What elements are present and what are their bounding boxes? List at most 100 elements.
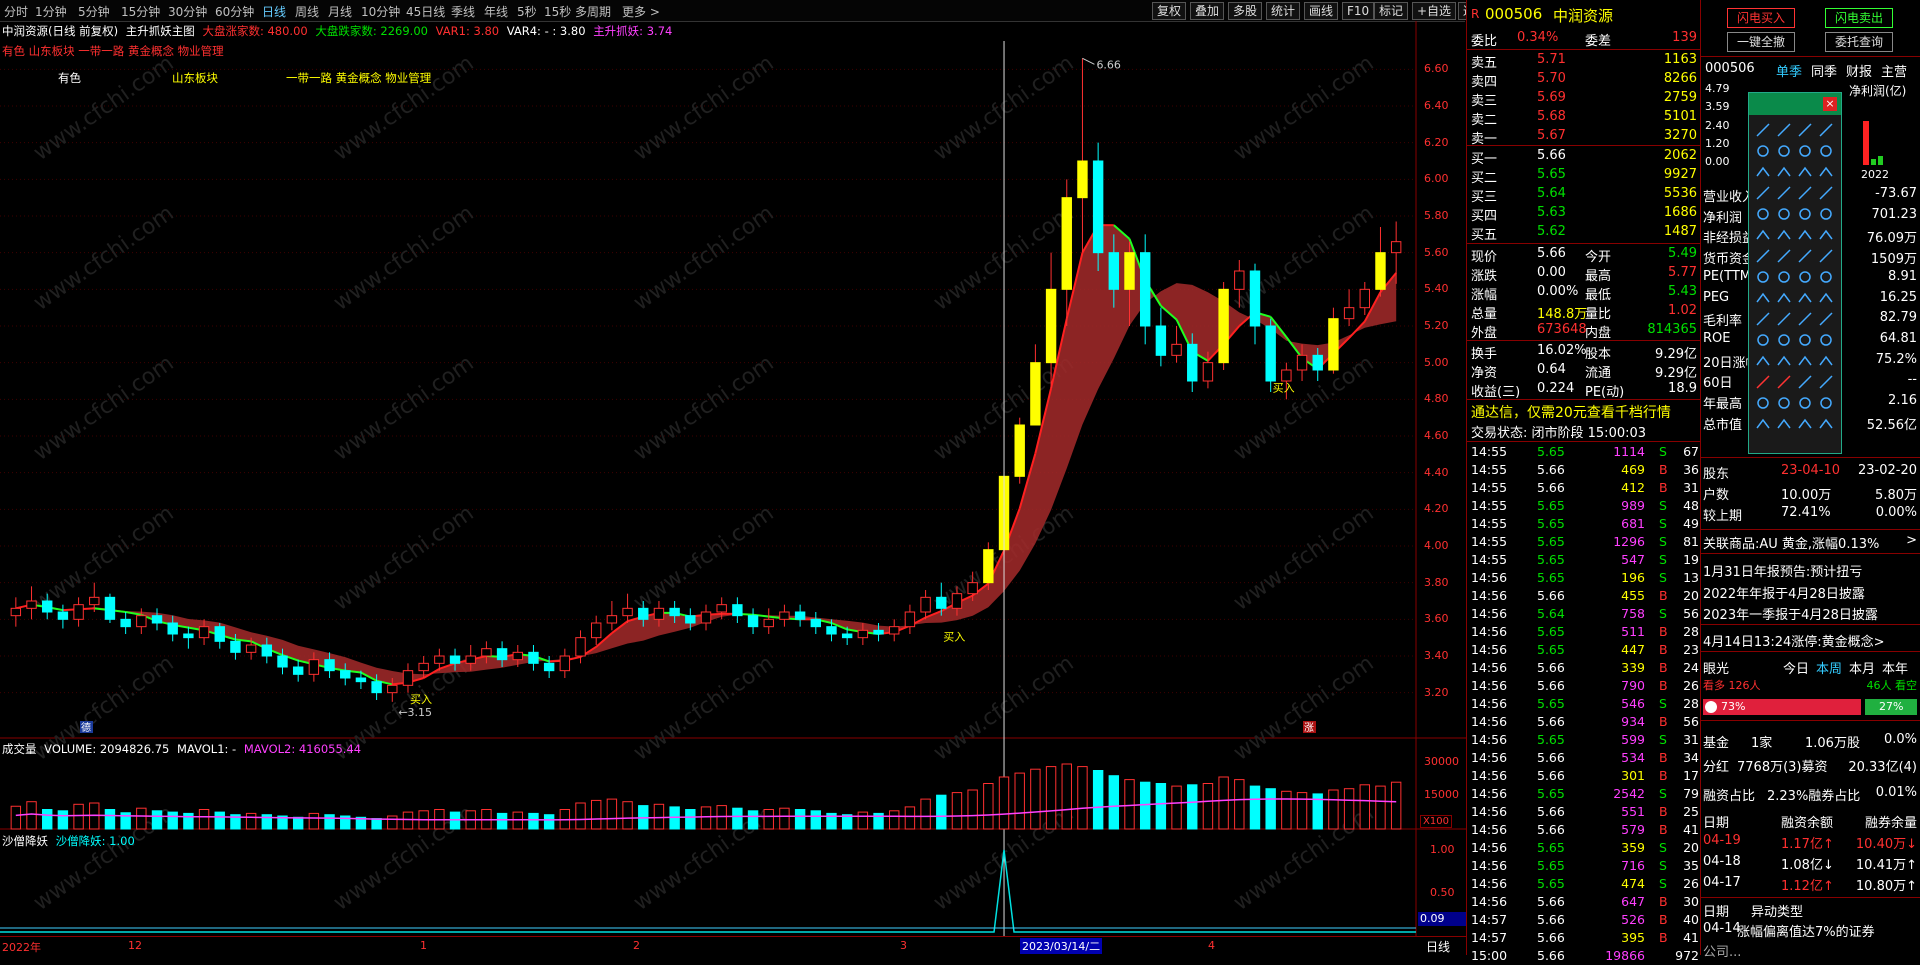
eye-tab-week[interactable]: 本周	[1816, 658, 1842, 677]
promo-text[interactable]: 通达信，仅需20元查看千档行情	[1471, 402, 1671, 422]
drawing-tool-icon[interactable]	[1757, 271, 1769, 283]
tab-main-business[interactable]: 主营	[1881, 61, 1907, 80]
drawing-tool-icon[interactable]	[1819, 355, 1833, 366]
ask-row[interactable]: 卖二 5.68 5101	[1467, 108, 1701, 128]
news-item-1[interactable]: 1月31日年报预告:预计扭亏	[1703, 561, 1862, 580]
period-tab-2[interactable]: 5分钟	[78, 3, 110, 20]
drawing-tool-icon[interactable]	[1819, 249, 1833, 263]
drawing-tool-icon[interactable]	[1819, 186, 1833, 200]
drawing-tool-icon[interactable]	[1756, 292, 1770, 303]
cancel-all-button[interactable]: 一键全撤	[1727, 32, 1795, 52]
drawing-tool-icon[interactable]	[1777, 312, 1791, 326]
drawing-tool-icon[interactable]	[1798, 229, 1812, 240]
bid-row[interactable]: 买五 5.62 1487	[1467, 223, 1701, 243]
toolbar-button-7[interactable]: +自选	[1412, 2, 1457, 20]
news-item-3[interactable]: 2023年一季报于4月28日披露	[1703, 604, 1878, 623]
tab-single-quarter[interactable]: 单季	[1776, 61, 1802, 80]
drawing-tool-icon[interactable]	[1798, 123, 1812, 137]
drawing-tool-icon[interactable]	[1820, 145, 1832, 157]
sub-indicator-name[interactable]: 沙僧降妖	[2, 834, 48, 848]
promo-banner[interactable]: 通达信，仅需20元查看千档行情	[1467, 401, 1701, 422]
drawing-tool-icon[interactable]	[1798, 355, 1812, 366]
drawing-tool-icon[interactable]	[1777, 186, 1791, 200]
news-item-2[interactable]: 2022年年报于4月28日披露	[1703, 583, 1865, 602]
flash-buy-button[interactable]: 闪电买入	[1727, 8, 1795, 28]
drawing-tool-icon[interactable]	[1798, 418, 1812, 429]
period-tab-4[interactable]: 30分钟	[168, 3, 207, 20]
period-indicator[interactable]: 日线	[1426, 938, 1450, 955]
period-tab-0[interactable]: 分时	[4, 3, 28, 20]
drawing-tool-icon[interactable]	[1798, 312, 1812, 326]
drawing-tool-icon[interactable]	[1819, 123, 1833, 137]
toolbar-button-0[interactable]: 复权	[1152, 2, 1187, 20]
period-tab-7[interactable]: 周线	[295, 3, 319, 20]
drawing-tool-icon[interactable]	[1756, 186, 1770, 200]
drawing-tool-icon[interactable]	[1820, 208, 1832, 220]
period-tab-12[interactable]: 年线	[484, 3, 508, 20]
drawing-tool-icon[interactable]	[1798, 375, 1812, 389]
drawing-tool-icon[interactable]	[1757, 208, 1769, 220]
drawing-tool-icon[interactable]	[1756, 355, 1770, 366]
drawing-tool-icon[interactable]	[1777, 249, 1791, 263]
eye-tab-month[interactable]: 本月	[1849, 658, 1875, 677]
drawing-tool-icon[interactable]	[1777, 292, 1791, 303]
drawing-tool-icon[interactable]	[1757, 145, 1769, 157]
drawing-tool-icon[interactable]	[1820, 271, 1832, 283]
period-tab-11[interactable]: 季线	[451, 3, 475, 20]
ask-row[interactable]: 卖三 5.69 2759	[1467, 89, 1701, 109]
related-text[interactable]: 关联商品:AU 黄金,涨幅0.13%	[1703, 533, 1879, 552]
drawing-tool-icon[interactable]	[1777, 418, 1791, 429]
drawing-tool-icon[interactable]	[1798, 249, 1812, 263]
toolbar-button-1[interactable]: 叠加	[1190, 2, 1225, 20]
drawing-tool-icon[interactable]	[1798, 166, 1812, 177]
period-tab-15[interactable]: 多周期	[575, 3, 611, 20]
period-tab-8[interactable]: 月线	[328, 3, 352, 20]
bid-row[interactable]: 买一 5.66 2062	[1467, 147, 1701, 167]
toolbar-button-5[interactable]: F10	[1342, 2, 1375, 20]
drawing-tool-icon[interactable]	[1798, 292, 1812, 303]
thumb-up-icon[interactable]	[1705, 701, 1717, 713]
period-tab-10[interactable]: 45日线	[406, 3, 445, 20]
drawing-tool-icon[interactable]	[1819, 229, 1833, 240]
drawing-tool-palette[interactable]: ×	[1748, 92, 1842, 454]
drawing-tool-icon[interactable]	[1819, 312, 1833, 326]
drawing-tool-icon[interactable]	[1777, 166, 1791, 177]
drawing-tool-icon[interactable]	[1756, 418, 1770, 429]
kline-chart[interactable]: www.cfchi.com www.cfchi.com www.cfchi.com w…	[0, 21, 1466, 955]
drawing-tool-icon[interactable]	[1799, 397, 1811, 409]
anomaly-more[interactable]: 公司...	[1703, 941, 1741, 960]
drawing-tool-icon[interactable]	[1757, 334, 1769, 346]
drawing-tool-icon[interactable]	[1799, 145, 1811, 157]
indicator-name[interactable]: 主升抓妖主图	[126, 24, 195, 38]
drawing-tool-icon[interactable]	[1778, 334, 1790, 346]
drawing-tool-icon[interactable]	[1799, 208, 1811, 220]
drawing-tool-icon[interactable]	[1820, 334, 1832, 346]
toolbar-button-4[interactable]: 画线	[1304, 2, 1339, 20]
period-tab-9[interactable]: 10分钟	[361, 3, 400, 20]
drawing-tool-icon[interactable]	[1799, 334, 1811, 346]
drawing-tool-icon[interactable]	[1756, 249, 1770, 263]
ask-row[interactable]: 卖一 5.67 3270	[1467, 127, 1701, 147]
period-tab-6[interactable]: 日线	[262, 3, 286, 20]
bid-row[interactable]: 买三 5.64 5536	[1467, 185, 1701, 205]
toolbar-button-3[interactable]: 统计	[1266, 2, 1301, 20]
related-commodity[interactable]: 关联商品:AU 黄金,涨幅0.13% >	[1701, 532, 1920, 552]
period-tab-13[interactable]: 5秒	[517, 3, 537, 20]
drawing-tool-icon[interactable]	[1777, 375, 1791, 389]
tab-same-quarter[interactable]: 同季	[1811, 61, 1837, 80]
period-tab-1[interactable]: 1分钟	[35, 3, 67, 20]
drawing-tool-icon[interactable]	[1777, 123, 1791, 137]
ask-row[interactable]: 卖四 5.70 8266	[1467, 70, 1701, 90]
period-tab-3[interactable]: 15分钟	[121, 3, 160, 20]
drawing-tool-icon[interactable]	[1819, 166, 1833, 177]
drawing-tool-icon[interactable]	[1819, 292, 1833, 303]
tab-report[interactable]: 财报	[1846, 61, 1872, 80]
drawing-tool-icon[interactable]	[1756, 312, 1770, 326]
period-tab-5[interactable]: 60分钟	[215, 3, 254, 20]
toolbar-button-2[interactable]: 多股	[1228, 2, 1263, 20]
palette-tools[interactable]	[1753, 119, 1837, 449]
drawing-tool-icon[interactable]	[1778, 145, 1790, 157]
drawing-tool-icon[interactable]	[1820, 397, 1832, 409]
drawing-tool-icon[interactable]	[1756, 229, 1770, 240]
drawing-tool-icon[interactable]	[1757, 397, 1769, 409]
